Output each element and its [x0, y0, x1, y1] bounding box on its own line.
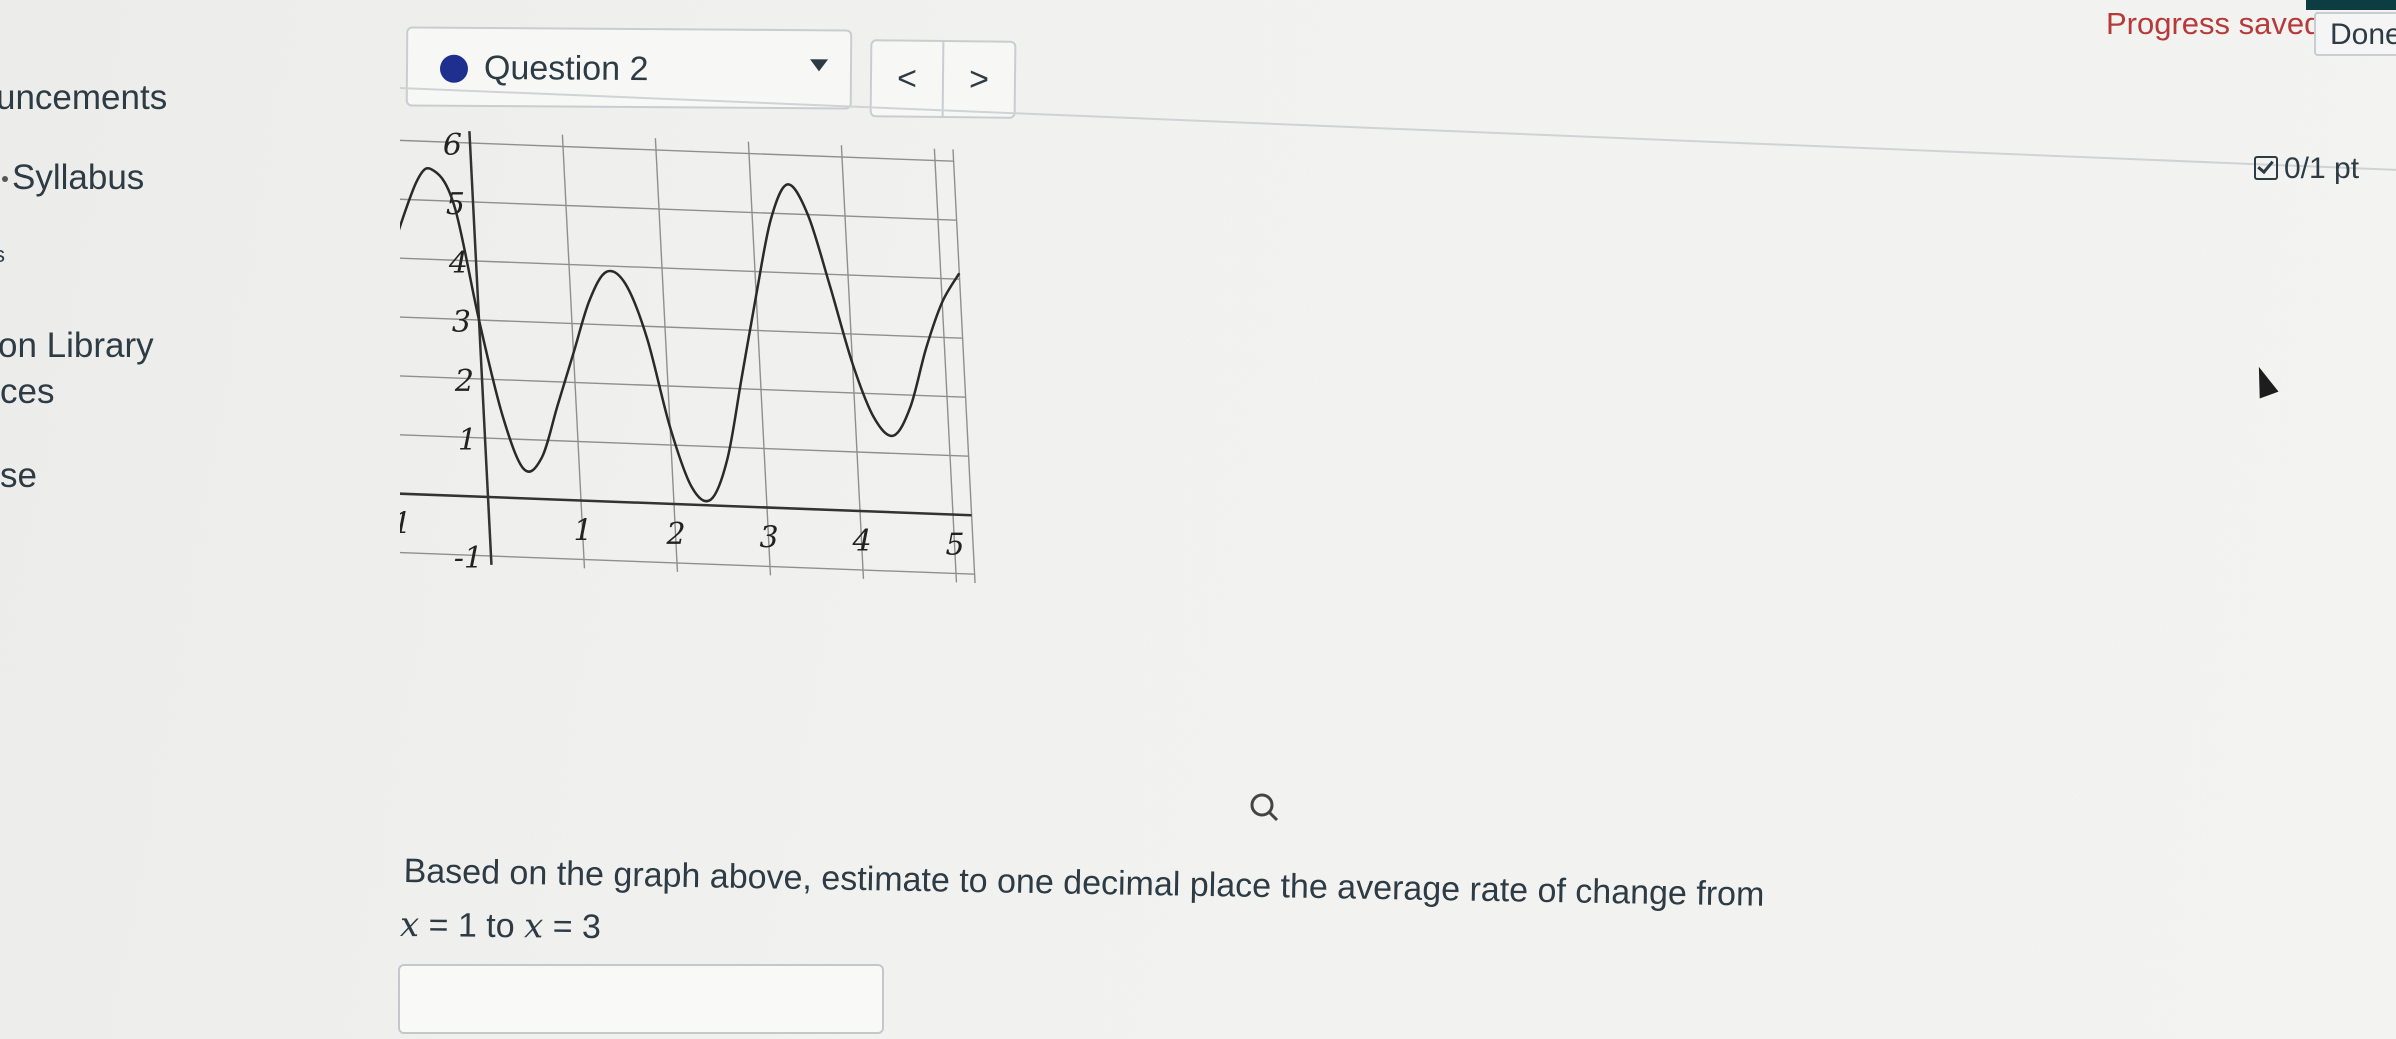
math-variable: x	[399, 904, 420, 946]
grid-line-horizontal	[400, 316, 963, 339]
grid-line-horizontal	[400, 139, 954, 162]
answer-input[interactable]	[398, 964, 884, 1034]
nav-item-course[interactable]: se	[0, 456, 37, 496]
grid-line-horizontal	[400, 551, 975, 575]
x-tick-label: -1	[400, 507, 412, 542]
x-tick-label: 2	[665, 517, 685, 552]
y-tick-label: 6	[443, 128, 462, 163]
caret-down-icon	[809, 59, 829, 72]
nav-item-library[interactable]: on Library	[0, 326, 154, 366]
grid-line-vertical	[747, 141, 772, 576]
y-tick-label: -1	[454, 541, 483, 576]
y-axis	[468, 131, 493, 565]
nav-bullet	[2, 176, 8, 182]
grid-line-horizontal	[400, 257, 960, 280]
grid-line-horizontal	[400, 375, 966, 398]
grid-line-vertical	[654, 138, 679, 572]
mouse-cursor-icon	[2249, 363, 2279, 399]
done-button[interactable]: Done	[2314, 12, 2396, 56]
y-tick-label: 1	[458, 423, 477, 458]
points-label: 0/1 pt	[2284, 152, 2360, 185]
math-variable: x	[523, 906, 544, 947]
check-box-icon	[2254, 156, 2278, 180]
grid-line-vertical	[933, 148, 958, 583]
next-question-button[interactable]: >	[941, 41, 1015, 117]
graph-tick-labels: -112345-1123456	[400, 128, 965, 576]
y-tick-label: 3	[452, 305, 471, 340]
x-tick-label: 4	[851, 524, 871, 559]
zoom-magnifier-icon[interactable]	[1250, 793, 1279, 822]
math-text: = 1 to	[418, 906, 525, 946]
nav-item-announcements[interactable]: uncements	[0, 78, 167, 118]
math-text: = 3	[543, 907, 602, 947]
grid-line-horizontal	[400, 198, 957, 221]
question-text: Based on the graph above, estimate to on…	[403, 852, 1765, 914]
x-axis	[400, 492, 972, 517]
question-status-dot-icon	[439, 54, 469, 83]
x-tick-label: 1	[573, 514, 592, 549]
grid-line-vertical	[952, 149, 976, 584]
question-select-label: Question 2	[483, 48, 649, 89]
question-math: x = 1 to x = 3	[400, 905, 601, 947]
course-nav: uncements Syllabus s on Library ces se	[0, 0, 260, 1039]
previous-question-button[interactable]: <	[872, 41, 943, 116]
nav-item-resources[interactable]: ces	[0, 372, 54, 412]
y-tick-label: 2	[454, 364, 474, 399]
nav-item-modules[interactable]: s	[0, 242, 5, 268]
question-points: 0/1 pt	[2254, 152, 2359, 186]
function-graph: -112345-1123456	[400, 128, 1279, 822]
progress-status: Progress saved	[2106, 6, 2322, 41]
nav-item-syllabus[interactable]: Syllabus	[12, 158, 144, 198]
x-tick-label: 5	[945, 528, 964, 563]
x-tick-label: 3	[759, 521, 778, 556]
